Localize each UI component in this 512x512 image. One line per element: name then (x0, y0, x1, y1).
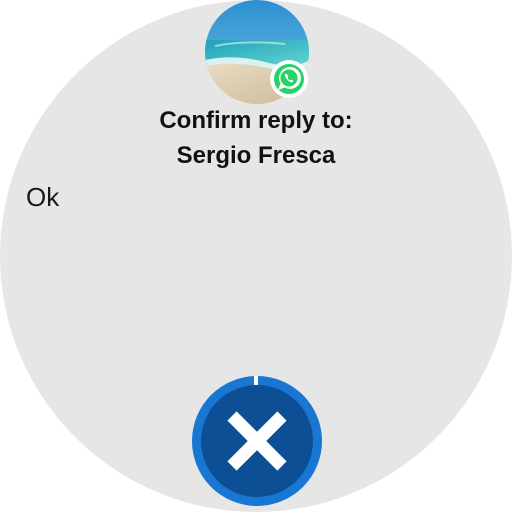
contact-name: Sergio Fresca (176, 142, 336, 169)
cancel-button[interactable] (192, 376, 322, 506)
reply-message: Ok (26, 182, 60, 212)
avatar-group (205, 0, 309, 104)
whatsapp-icon (269, 59, 309, 99)
cancel-progress-ring (192, 376, 322, 506)
watch-screen: Confirm reply to: Sergio Fresca Ok (0, 0, 512, 512)
confirm-reply-title: Confirm reply to: (159, 107, 353, 134)
